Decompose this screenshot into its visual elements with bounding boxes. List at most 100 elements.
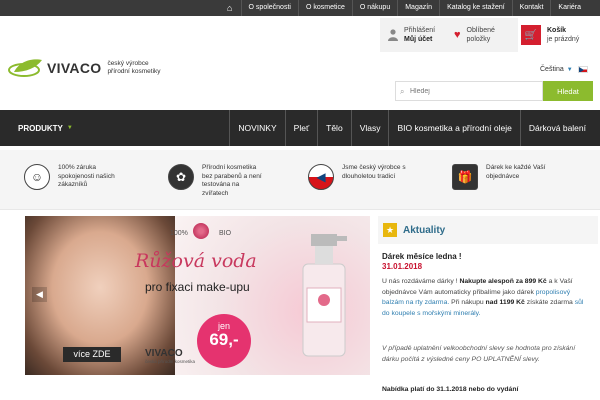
features-strip: ☺ 100% záruka spokojenosti našich zákazn…: [0, 150, 600, 210]
feature-text: 100% záruka spokojenosti našich zákazník…: [58, 164, 115, 190]
favorites-text: Oblíbené položky: [467, 26, 495, 44]
feature-line: zvířatech: [202, 189, 229, 197]
feature-text: Jsme český výrobce s dlouholetou tradicí: [342, 164, 406, 181]
nav-novinky[interactable]: NOVINKY: [229, 110, 284, 146]
topnav-kariera[interactable]: Kariéra: [550, 0, 588, 16]
feature-line: 100% záruka: [58, 164, 96, 171]
news-title[interactable]: Aktuality: [403, 225, 445, 236]
banner-logo-text: VIVACO: [145, 348, 183, 359]
feature-text: Dárek ke každé Vaší objednávce: [486, 164, 546, 181]
feature-natural: ✿ Přírodní kosmetika bez parabenů a není…: [168, 164, 262, 198]
feature-line: zákazníků: [58, 181, 88, 188]
cart-text: Košík je prázdný: [547, 26, 579, 44]
czech-flag-icon: ◀: [308, 164, 334, 190]
news-text: získáte zdarma: [526, 299, 573, 306]
feature-line: bez parabenů a není: [202, 172, 262, 180]
header: VIVACO český výrobce přírodní kosmetiky …: [0, 16, 600, 110]
language-label: Čeština: [540, 66, 564, 73]
news-validity: Nabídka platí do 31.1.2018 nebo do vydán…: [382, 386, 519, 393]
heart-icon: ♥: [454, 29, 461, 41]
rose-icon: [193, 223, 209, 239]
banner-bio: BIO: [219, 230, 232, 237]
search-icon: ⌕: [400, 87, 405, 96]
vegan-icon: ✿: [168, 164, 194, 190]
feature-gift: 🎁 Dárek ke každé Vaší objednávce: [452, 164, 546, 190]
favorites-line-1: Oblíbené: [466, 27, 495, 34]
home-icon[interactable]: ⌂: [223, 0, 237, 16]
feature-line: Dárek ke každé Vaší: [486, 164, 546, 171]
cart-icon: 🛒: [521, 25, 541, 45]
news-text-bold: nad 1199 Kč: [485, 299, 525, 306]
topnav-magazin[interactable]: Magazín: [397, 0, 439, 16]
account-bar: Přihlášení Můj účet ♥ Oblíbené položky 🛒…: [380, 18, 600, 52]
news-text-bold: Nakupte alespoň za 899 Kč: [459, 278, 547, 285]
feature-line: objednávce: [486, 172, 520, 180]
nav-darkova[interactable]: Dárková balení: [519, 110, 594, 146]
banner-title: Růžová voda: [135, 250, 257, 272]
brand-tagline: český výrobce přírodní kosmetiky: [107, 60, 160, 76]
news-note: V případě uplatnění velkoobchodní slevy …: [382, 345, 576, 363]
price-badge: jen 69,-: [197, 314, 251, 368]
news-panel: ★ Aktuality Dárek měsíce ledna ! 31.01.2…: [376, 210, 600, 400]
gift-icon: 🎁: [452, 164, 478, 190]
smiley-icon: ☺: [24, 164, 50, 190]
nav-items: NOVINKY Pleť Tělo Vlasy BIO kosmetika a …: [229, 110, 594, 146]
banner-logo-sub: česká přírodní kosmetika: [145, 359, 196, 364]
feature-guarantee: ☺ 100% záruka spokojenosti našich zákazn…: [24, 164, 115, 190]
products-menu[interactable]: PRODUKTY ▼: [0, 110, 90, 146]
spray-bottle-image: [302, 234, 347, 357]
czech-flag-icon: [577, 66, 588, 73]
search-button[interactable]: Hledat: [543, 81, 593, 101]
topnav-o-nakupu[interactable]: O nákupu: [351, 0, 397, 16]
top-bar: ⌂ O společnosti O kosmetice O nákupu Mag…: [0, 0, 600, 16]
feature-line: Přírodní kosmetika: [202, 164, 257, 171]
login-link[interactable]: Přihlášení Můj účet: [388, 18, 435, 52]
products-label: PRODUKTY: [18, 123, 63, 133]
slider-prev-button[interactable]: ◀: [32, 287, 47, 302]
login-line-2: Můj účet: [404, 36, 433, 43]
login-line-1: Přihlášení: [404, 27, 436, 34]
feature-line: dlouholetou tradicí: [342, 172, 396, 180]
feature-czech: ◀ Jsme český výrobce s dlouholetou tradi…: [308, 164, 406, 190]
topnav-katalog[interactable]: Katalog ke stažení: [439, 0, 512, 16]
topnav-o-kosmetice[interactable]: O kosmetice: [297, 0, 352, 16]
caret-down-icon: ▼: [66, 125, 73, 131]
language-select[interactable]: Čeština ▼: [540, 66, 588, 73]
nav-plet[interactable]: Pleť: [284, 110, 317, 146]
tagline-line-1: český výrobce: [107, 60, 149, 67]
topnav-o-spolecnosti[interactable]: O společnosti: [240, 0, 298, 16]
news-text: Při nákupu: [451, 299, 484, 306]
news-item-date: 31.01.2018: [382, 262, 423, 271]
news-item-body: U nás rozdáváme dárky ! Nakupte alespoň …: [382, 277, 588, 319]
news-item-title[interactable]: Dárek měsíce ledna !: [382, 252, 462, 261]
more-button[interactable]: více ZDE: [63, 347, 121, 362]
tagline-line-2: přírodní kosmetiky: [107, 68, 161, 75]
feature-line: spokojenosti našich: [58, 172, 115, 180]
topnav-kontakt[interactable]: Kontakt: [511, 0, 551, 16]
chevron-down-icon: ▼: [566, 66, 573, 73]
promo-banner[interactable]: 100% BIO Růžová voda pro fixaci make-upu…: [25, 216, 370, 375]
news-header: ★ Aktuality: [378, 216, 598, 244]
search-box: ⌕: [395, 81, 543, 101]
star-icon: ★: [383, 223, 397, 237]
favorites-line-2: položky: [466, 36, 491, 43]
banner-subtitle: pro fixaci make-upu: [145, 280, 250, 294]
nav-bio[interactable]: BIO kosmetika a přírodní oleje: [388, 110, 519, 146]
feature-line: testována na: [202, 181, 240, 188]
search-input[interactable]: [410, 87, 530, 95]
cart-line-2: je prázdný: [547, 36, 580, 43]
banner-percent: 100%: [170, 230, 188, 237]
badge-price: 69,-: [209, 330, 239, 349]
feature-line: Jsme český výrobce s: [342, 164, 406, 171]
favorites-link[interactable]: ♥ Oblíbené položky: [454, 18, 495, 52]
main-nav: PRODUKTY ▼ NOVINKY Pleť Tělo Vlasy BIO k…: [0, 110, 600, 146]
brand-name: VIVACO: [47, 60, 102, 76]
banner-logo: VIVACO česká přírodní kosmetika: [145, 348, 195, 364]
nav-vlasy[interactable]: Vlasy: [350, 110, 389, 146]
cart-line-1: Košík: [547, 27, 567, 34]
cart-link[interactable]: 🛒 Košík je prázdný: [518, 18, 600, 52]
news-text: U nás rozdáváme dárky !: [382, 278, 458, 285]
user-icon: [388, 29, 398, 41]
logo[interactable]: VIVACO český výrobce přírodní kosmetiky: [8, 58, 161, 78]
nav-telo[interactable]: Tělo: [317, 110, 351, 146]
